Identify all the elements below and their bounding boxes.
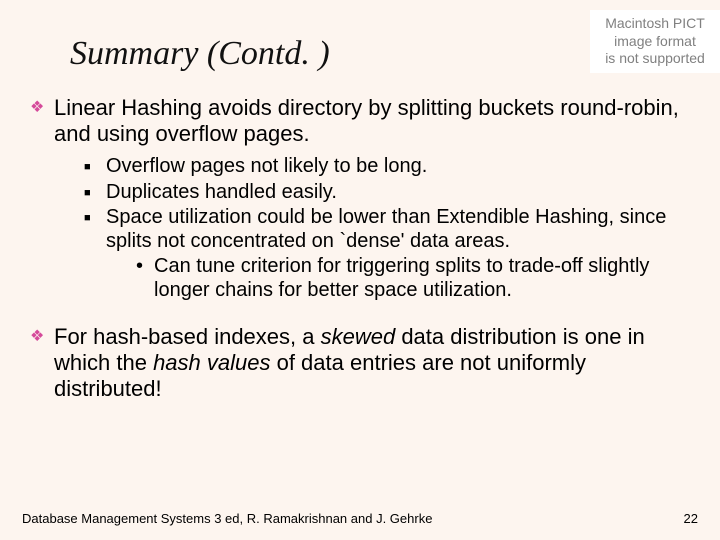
footer-citation: Database Management Systems 3 ed, R. Ram…	[22, 511, 432, 526]
subsub-bullet-text: Can tune criterion for triggering splits…	[154, 255, 690, 302]
text-span: For hash-based indexes, a	[54, 324, 321, 349]
sub-bullet-text-span: Space utilization could be lower than Ex…	[106, 206, 666, 252]
dot-bullet-icon: •	[136, 255, 154, 302]
sub-bullet-item: ■ Duplicates handled easily.	[84, 181, 690, 205]
bullet-text: For hash-based indexes, a skewed data di…	[54, 324, 690, 402]
sub-bullet-text: Duplicates handled easily.	[106, 181, 690, 205]
placeholder-line: image format	[594, 33, 716, 51]
square-bullet-icon: ■	[84, 155, 106, 179]
sub-bullet-text: Overflow pages not likely to be long.	[106, 155, 690, 179]
bullet-text: Linear Hashing avoids directory by split…	[54, 95, 690, 147]
diamond-bullet-icon: ❖	[30, 95, 54, 147]
sub-bullet-text: Space utilization could be lower than Ex…	[106, 206, 690, 302]
text-emphasis: skewed	[321, 324, 396, 349]
placeholder-line: Macintosh PICT	[594, 15, 716, 33]
slide-body: ❖ Linear Hashing avoids directory by spl…	[0, 73, 720, 402]
sub-bullet-item: ■ Space utilization could be lower than …	[84, 206, 690, 302]
diamond-bullet-icon: ❖	[30, 324, 54, 402]
image-placeholder: Macintosh PICT image format is not suppo…	[590, 10, 720, 73]
page-number: 22	[684, 511, 698, 526]
square-bullet-icon: ■	[84, 206, 106, 302]
sub-list: ■ Overflow pages not likely to be long. …	[30, 147, 690, 315]
square-bullet-icon: ■	[84, 181, 106, 205]
subsub-bullet-item: • Can tune criterion for triggering spli…	[106, 255, 690, 302]
text-emphasis: hash values	[153, 350, 270, 375]
placeholder-line: is not supported	[594, 50, 716, 68]
bullet-item: ❖ Linear Hashing avoids directory by spl…	[30, 95, 690, 314]
slide-footer: Database Management Systems 3 ed, R. Ram…	[22, 511, 698, 526]
sub-bullet-item: ■ Overflow pages not likely to be long.	[84, 155, 690, 179]
bullet-item: ❖ For hash-based indexes, a skewed data …	[30, 324, 690, 402]
